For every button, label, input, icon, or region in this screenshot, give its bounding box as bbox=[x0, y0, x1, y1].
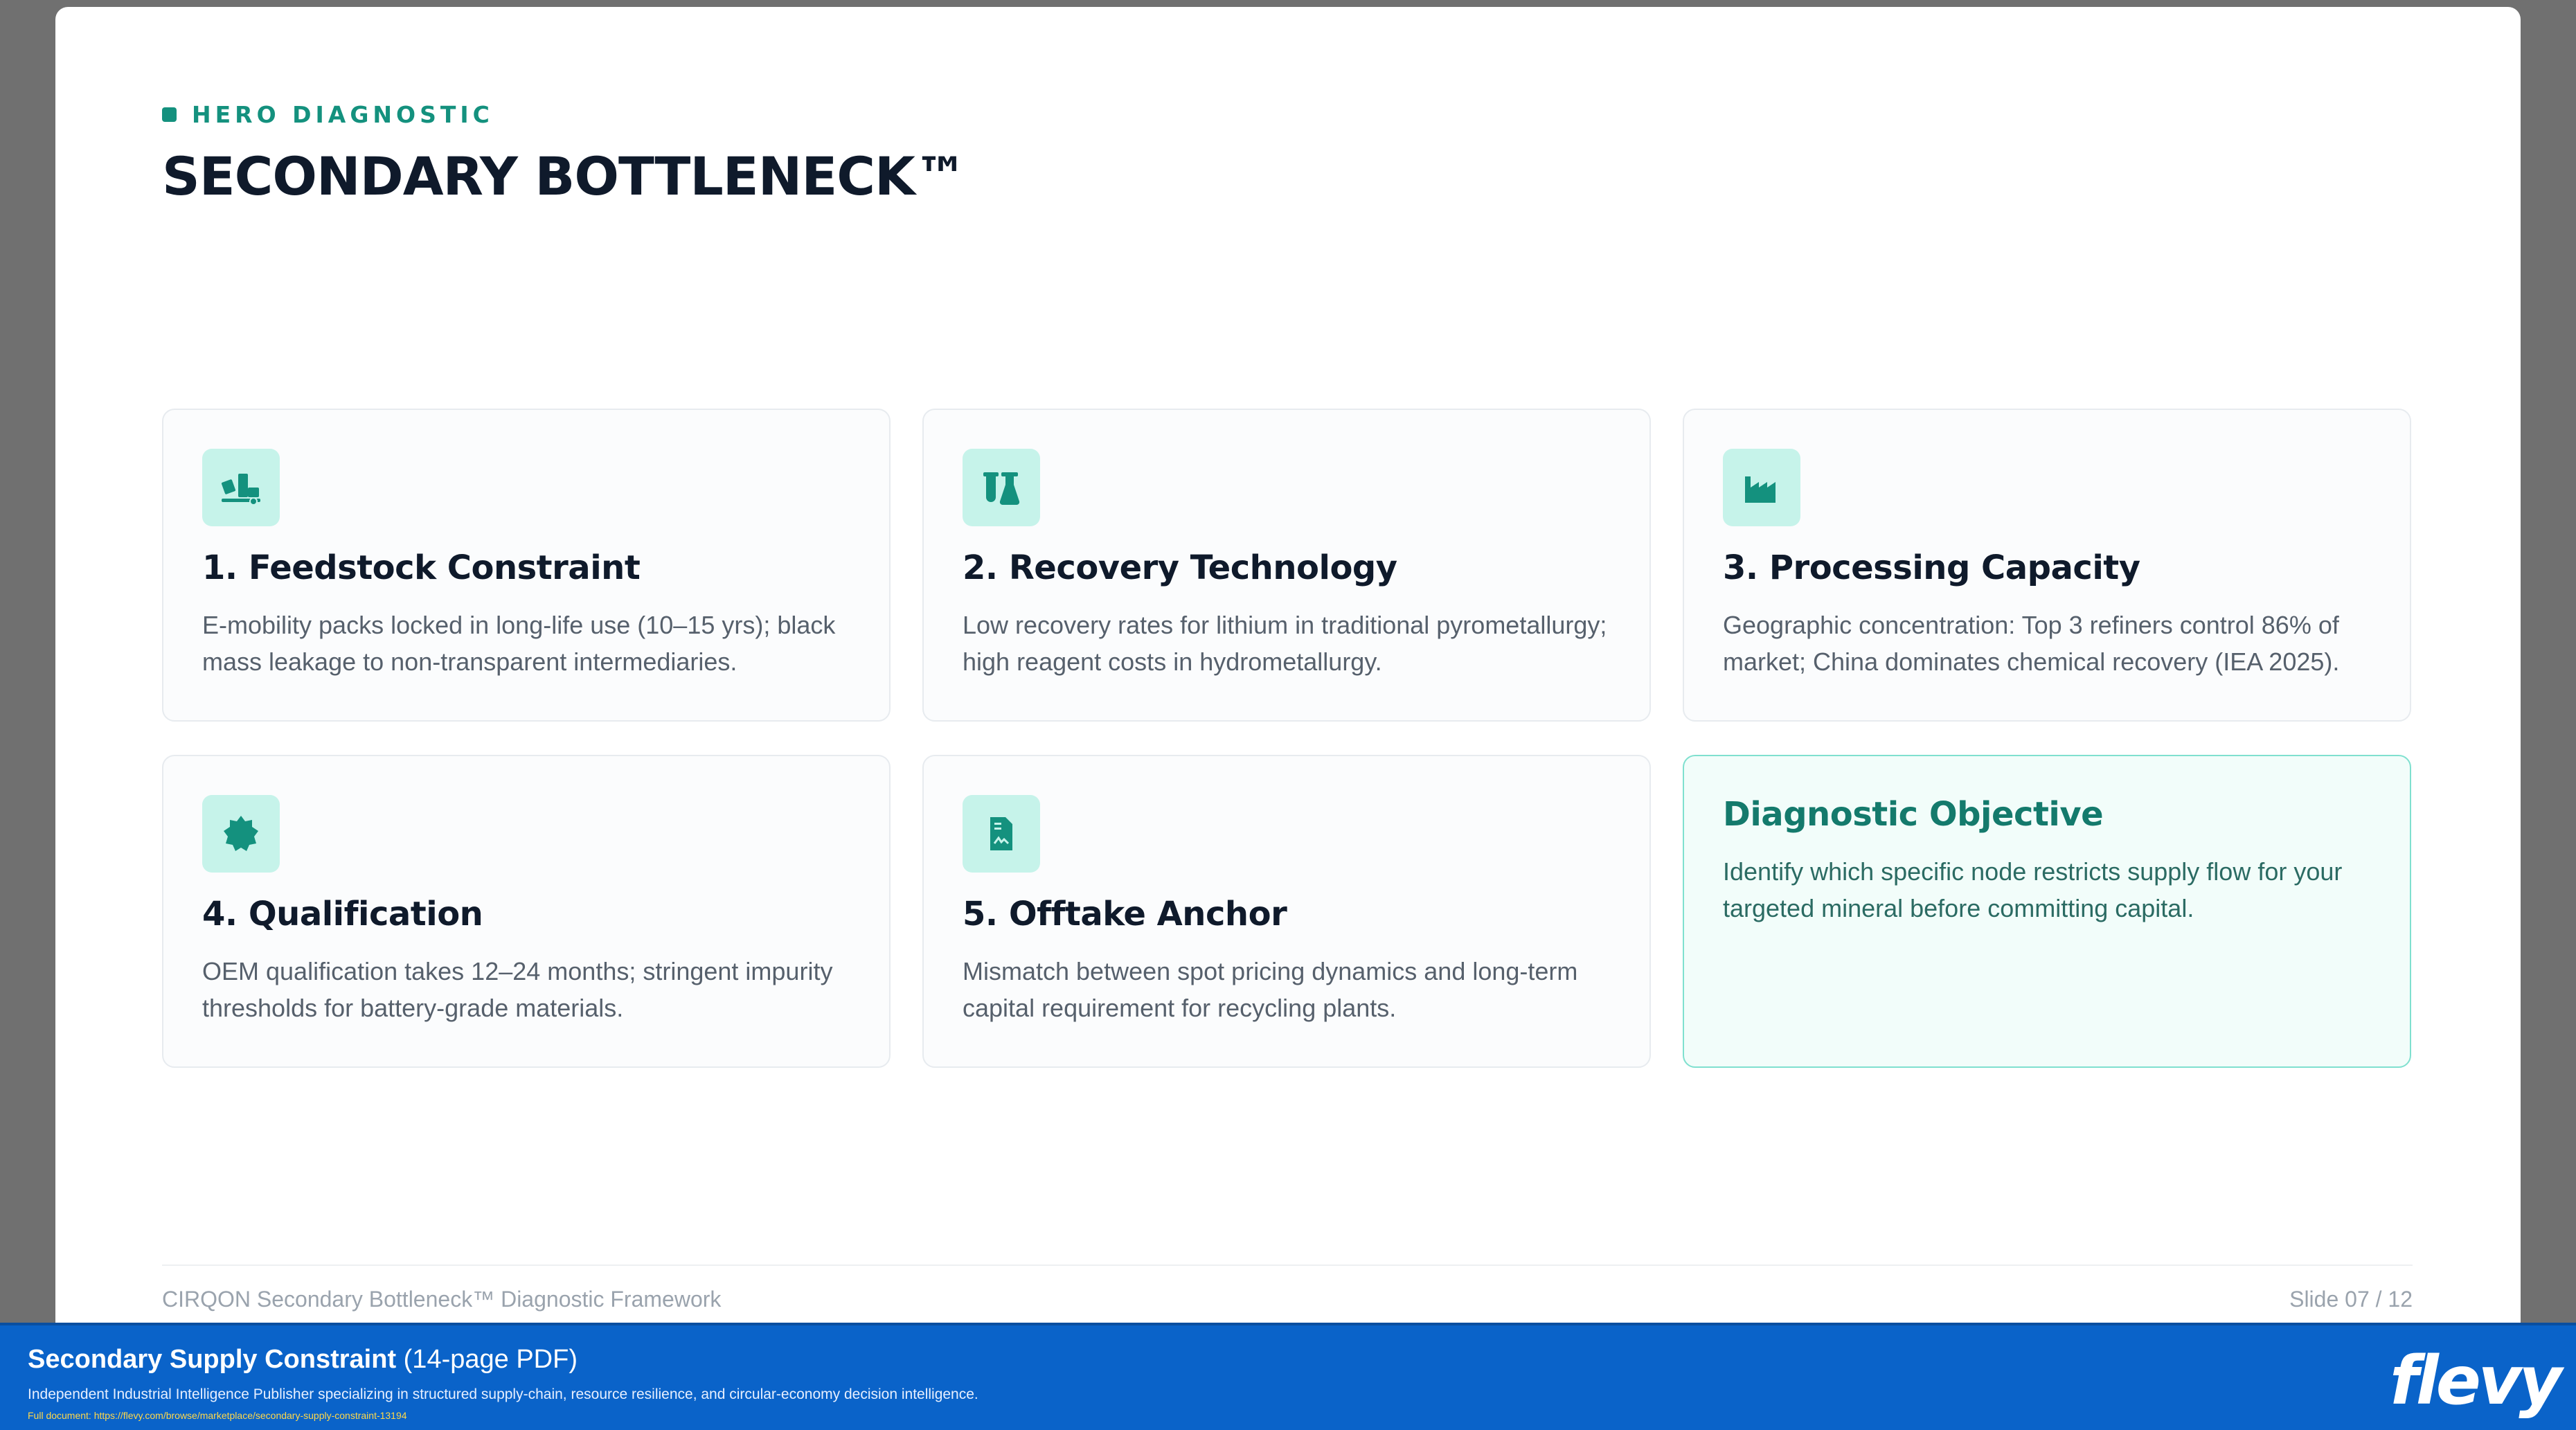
industry-icon bbox=[1723, 449, 1800, 526]
eyebrow: HERO DIAGNOSTIC bbox=[162, 101, 494, 128]
card-title: 3. Processing Capacity bbox=[1723, 548, 2140, 587]
banner-url-link[interactable]: Full document: https://flevy.com/browse/… bbox=[28, 1410, 407, 1421]
card-title: 4. Qualification bbox=[202, 895, 483, 933]
card-body: OEM qualification takes 12–24 months; st… bbox=[202, 957, 833, 1022]
card-title: 2. Recovery Technology bbox=[963, 548, 1397, 587]
card-body: E-mobility packs locked in long-life use… bbox=[202, 611, 836, 676]
card-offtake-anchor: 5. Offtake Anchor Mismatch between spot … bbox=[922, 755, 1651, 1068]
banner-subtitle: Independent Industrial Intelligence Publ… bbox=[28, 1386, 978, 1402]
card-title: 1. Feedstock Constraint bbox=[202, 548, 641, 587]
footer-divider bbox=[162, 1264, 2413, 1266]
eyebrow-label: HERO DIAGNOSTIC bbox=[192, 101, 494, 128]
truck-loading-icon bbox=[202, 449, 280, 526]
card-processing-capacity: 3. Processing Capacity Geographic concen… bbox=[1683, 409, 2411, 722]
certificate-icon bbox=[202, 795, 280, 873]
slide: HERO DIAGNOSTIC SECONDARY BOTTLENECK™ 1.… bbox=[55, 7, 2521, 1326]
card-qualification: 4. Qualification OEM qualification takes… bbox=[162, 755, 891, 1068]
banner-document-name: Secondary Supply Constraint bbox=[28, 1345, 397, 1374]
card-body: Mismatch between spot pricing dynamics a… bbox=[963, 957, 1578, 1022]
document-banner: Secondary Supply Constraint (14-page PDF… bbox=[0, 1323, 2576, 1430]
banner-page-count: (14-page PDF) bbox=[403, 1345, 578, 1374]
eyebrow-marker bbox=[162, 107, 177, 122]
contract-icon bbox=[963, 795, 1040, 873]
footer-framework-label: CIRQON Secondary Bottleneck™ Diagnostic … bbox=[162, 1287, 722, 1312]
slide-title: SECONDARY BOTTLENECK™ bbox=[162, 145, 967, 207]
card-diagnostic-objective: Diagnostic Objective Identify which spec… bbox=[1683, 755, 2411, 1068]
card-feedstock-constraint: 1. Feedstock Constraint E-mobility packs… bbox=[162, 409, 891, 722]
card-recovery-technology: 2. Recovery Technology Low recovery rate… bbox=[922, 409, 1651, 722]
flask-vial-icon bbox=[963, 449, 1040, 526]
slide-number: Slide 07 / 12 bbox=[2289, 1287, 2413, 1312]
card-body: Low recovery rates for lithium in tradit… bbox=[963, 611, 1607, 676]
card-body: Geographic concentration: Top 3 refiners… bbox=[1723, 611, 2340, 676]
card-title: 5. Offtake Anchor bbox=[963, 895, 1287, 933]
banner-title[interactable]: Secondary Supply Constraint (14-page PDF… bbox=[28, 1345, 578, 1375]
flevy-logo[interactable]: flevy bbox=[2390, 1342, 2562, 1420]
objective-body: Identify which specific node restricts s… bbox=[1723, 857, 2343, 922]
objective-title: Diagnostic Objective bbox=[1723, 795, 2104, 834]
